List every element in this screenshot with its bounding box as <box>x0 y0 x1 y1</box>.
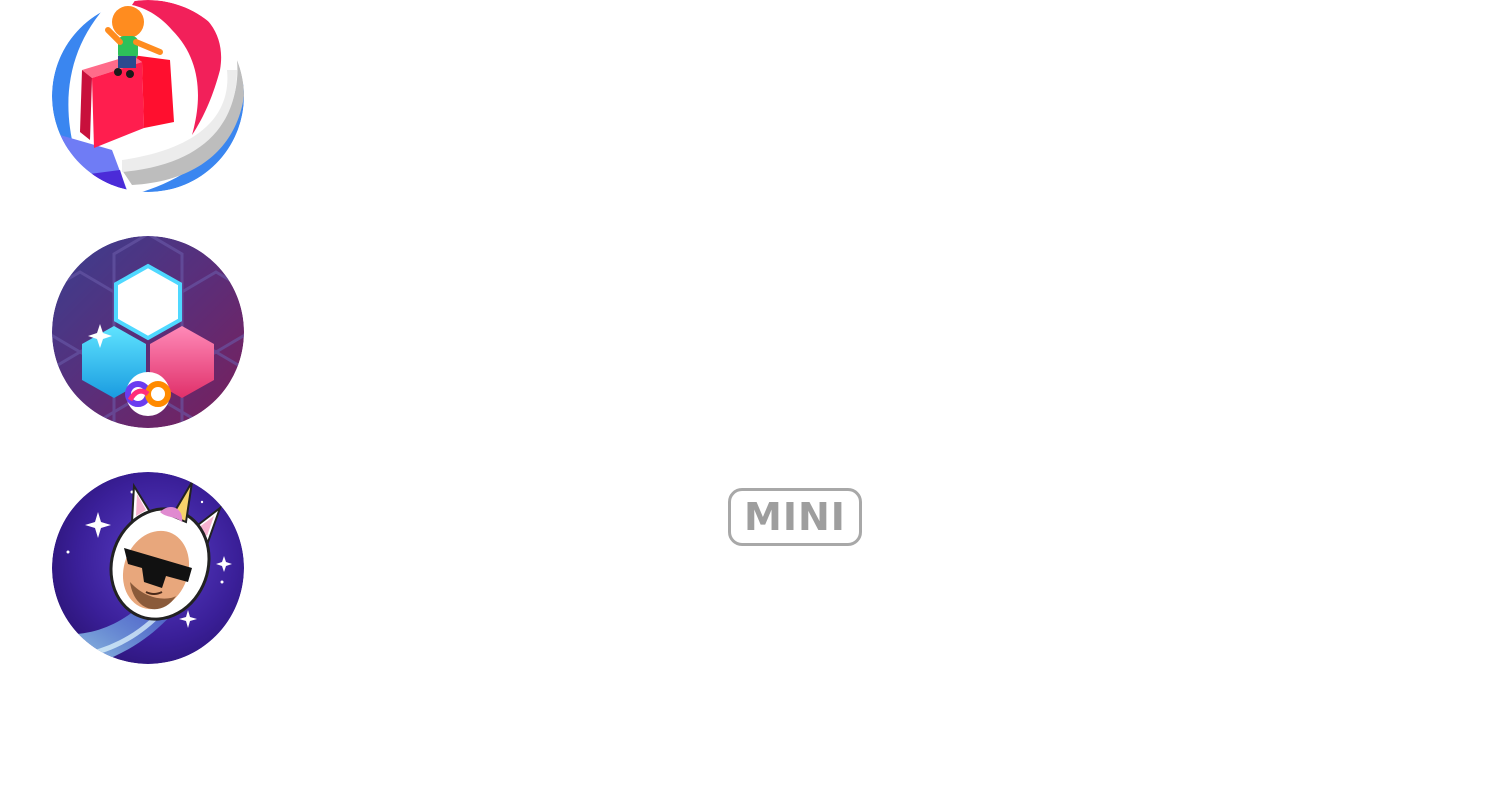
stack-rider-artwork <box>52 0 244 192</box>
unicorn-space-rider-game-icon[interactable] <box>52 472 244 664</box>
hexagon-puzzle-artwork <box>52 236 244 428</box>
unicorn-space-rider-artwork <box>52 472 244 664</box>
mini-badge: MINI <box>728 488 862 546</box>
hexagon-puzzle-game-icon[interactable] <box>52 236 244 428</box>
stack-rider-game-icon[interactable] <box>52 0 244 192</box>
mini-badge-label: MINI <box>744 495 846 539</box>
